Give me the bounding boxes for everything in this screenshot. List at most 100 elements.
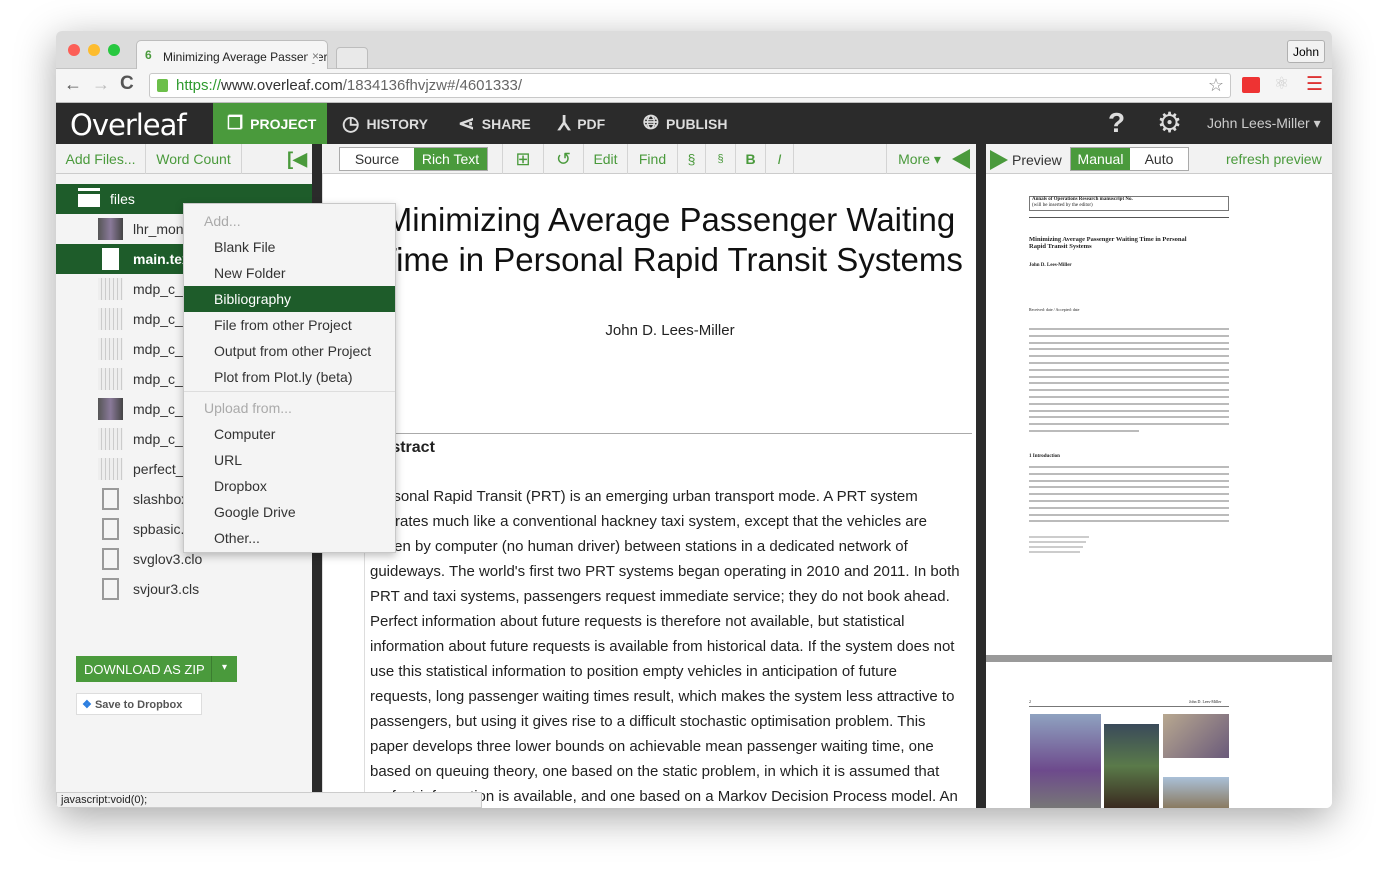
- url-input[interactable]: https://www.overleaf.com/1834136fhvjzw#/…: [149, 73, 1231, 98]
- abstract-line: Perfect information about future request…: [370, 613, 905, 630]
- section-button[interactable]: §: [678, 144, 706, 174]
- file-item[interactable]: svjour3.cls: [56, 574, 312, 604]
- extension-icon[interactable]: [1242, 77, 1260, 93]
- react-extension-icon[interactable]: ⚛: [1274, 74, 1289, 94]
- add-files-button[interactable]: Add Files...: [56, 144, 146, 174]
- image-thumbnail-icon: [98, 398, 123, 420]
- image-thumbnail-icon: [98, 278, 123, 300]
- pdf-text-line: [1029, 348, 1229, 351]
- reload-icon[interactable]: C: [120, 73, 134, 95]
- menu-item[interactable]: Computer: [184, 421, 395, 447]
- save-to-dropbox-button[interactable]: ❖ Save to Dropbox: [76, 693, 202, 715]
- find-button[interactable]: Find: [628, 144, 678, 174]
- file-name: mdp_c_e: [133, 341, 191, 357]
- overleaf-logo[interactable]: Overleaf: [70, 108, 187, 142]
- close-tab-icon[interactable]: ×: [307, 49, 319, 63]
- pdf-text-line: [1029, 416, 1229, 419]
- download-options-caret-icon[interactable]: ▾: [211, 656, 237, 682]
- settings-gear-icon[interactable]: ⚙: [1157, 106, 1182, 139]
- pdf-text-line: [1029, 355, 1229, 358]
- source-mode-button[interactable]: Source: [340, 148, 414, 170]
- share-icon: ⋖: [458, 113, 475, 135]
- bookmark-star-icon[interactable]: ☆: [1208, 75, 1224, 96]
- nav-history[interactable]: ◷ HISTORY: [328, 103, 442, 144]
- abstract-line: paper develops three lower bounds on ach…: [370, 738, 934, 755]
- bold-button[interactable]: B: [736, 144, 766, 174]
- new-tab-button[interactable]: [336, 47, 368, 69]
- address-bar-area: ← → C https://www.overleaf.com/1834136fh…: [56, 69, 1332, 103]
- menu-item[interactable]: URL: [184, 447, 395, 473]
- divider: [366, 433, 972, 434]
- help-icon[interactable]: ?: [1108, 107, 1125, 139]
- rich-text-mode-button[interactable]: Rich Text: [414, 148, 487, 170]
- pdf-text-line: [1029, 430, 1139, 432]
- menu-item[interactable]: Plot from Plot.ly (beta): [184, 364, 395, 390]
- auto-compile-button[interactable]: Auto: [1130, 148, 1188, 170]
- nav-publish[interactable]: 🌐︎ PUBLISH: [629, 103, 741, 144]
- abstract-line: information about future requests is ava…: [370, 638, 955, 655]
- browser-window: 6 Minimizing Average Passenger Waiting ×…: [56, 31, 1332, 808]
- close-window-button[interactable]: [68, 44, 80, 56]
- menu-header-upload: Upload from...: [204, 400, 292, 416]
- subsection-button[interactable]: §: [706, 144, 736, 174]
- nav-project[interactable]: ❐ PROJECT: [213, 103, 327, 144]
- back-icon[interactable]: ←: [64, 74, 82, 95]
- image-thumbnail-icon: [98, 368, 123, 390]
- word-count-button[interactable]: Word Count: [146, 144, 242, 174]
- menu-item[interactable]: Bibliography: [184, 286, 395, 312]
- track-changes-icon[interactable]: ↺: [544, 144, 584, 174]
- pdf-icon: ⅄: [558, 113, 571, 135]
- image-thumbnail-icon: [98, 308, 123, 330]
- pdf-preview[interactable]: Annals of Operations Research manuscript…: [986, 174, 1332, 808]
- collapse-sidebar-icon[interactable]: [◀: [282, 144, 312, 174]
- file-name: slashbox: [133, 491, 189, 507]
- preview-label: Preview: [1012, 152, 1062, 168]
- collapse-editor-icon[interactable]: [952, 149, 970, 169]
- abstract-line: requests, long passenger waiting times r…: [370, 688, 955, 705]
- user-menu[interactable]: John Lees-Miller ▾: [1207, 115, 1321, 132]
- menu-item[interactable]: Google Drive: [184, 499, 395, 525]
- profile-button[interactable]: John: [1287, 40, 1325, 63]
- pdf-text-line: [1029, 513, 1229, 516]
- file-icon: [102, 578, 119, 600]
- pdf-figure-image: [1104, 724, 1159, 808]
- menu-item[interactable]: File from other Project: [184, 312, 395, 338]
- collapse-preview-icon[interactable]: [990, 150, 1008, 170]
- nav-share[interactable]: ⋖ SHARE: [444, 103, 545, 144]
- more-dropdown[interactable]: More ▾: [886, 144, 952, 174]
- file-name: mdp_c_e: [133, 281, 191, 297]
- overleaf-navbar: Overleaf ❐ PROJECT ◷ HISTORY ⋖ SHARE ⅄ PDF 🌐…: [56, 103, 1332, 144]
- browser-tab[interactable]: 6 Minimizing Average Passenger Waiting ×: [136, 40, 328, 70]
- edit-button[interactable]: Edit: [584, 144, 628, 174]
- file-name: perfect_: [133, 461, 184, 477]
- download-zip-button[interactable]: DOWNLOAD AS ZIP ▾: [76, 656, 237, 682]
- preview-splitter[interactable]: [976, 144, 986, 808]
- menu-item[interactable]: Other...: [184, 525, 395, 551]
- file-name: lhr_mon: [133, 221, 184, 237]
- pdf-footnote-line: [1029, 541, 1086, 543]
- maximize-window-button[interactable]: [108, 44, 120, 56]
- pdf-text-line: [1029, 328, 1229, 330]
- file-name: svjour3.cls: [133, 581, 200, 597]
- menu-item[interactable]: Dropbox: [184, 473, 395, 499]
- pdf-text-line: [1029, 506, 1229, 509]
- pdf-figure-image: [1030, 714, 1101, 808]
- menu-icon[interactable]: ☰: [1306, 73, 1323, 96]
- file-name: spbasic.l: [133, 521, 188, 537]
- minimize-window-button[interactable]: [88, 44, 100, 56]
- pdf-text-line: [1029, 368, 1229, 371]
- menu-item[interactable]: New Folder: [184, 260, 395, 286]
- folder-icon: [78, 191, 100, 207]
- forward-icon[interactable]: →: [92, 74, 110, 95]
- add-comment-icon[interactable]: ⊞: [502, 144, 544, 174]
- refresh-preview-link[interactable]: refresh preview: [1226, 151, 1322, 167]
- italic-button[interactable]: I: [766, 144, 794, 174]
- abstract-line: Personal Rapid Transit (PRT) is an emerg…: [370, 488, 918, 505]
- menu-item[interactable]: Blank File: [184, 234, 395, 260]
- nav-pdf[interactable]: ⅄ PDF: [544, 103, 619, 144]
- manual-compile-button[interactable]: Manual: [1071, 148, 1130, 170]
- image-thumbnail-icon: [98, 428, 123, 450]
- pdf-text-line: [1029, 479, 1229, 482]
- rich-text-editor[interactable]: Minimizing Average Passenger Waiting Time…: [322, 174, 976, 808]
- menu-item[interactable]: Output from other Project: [184, 338, 395, 364]
